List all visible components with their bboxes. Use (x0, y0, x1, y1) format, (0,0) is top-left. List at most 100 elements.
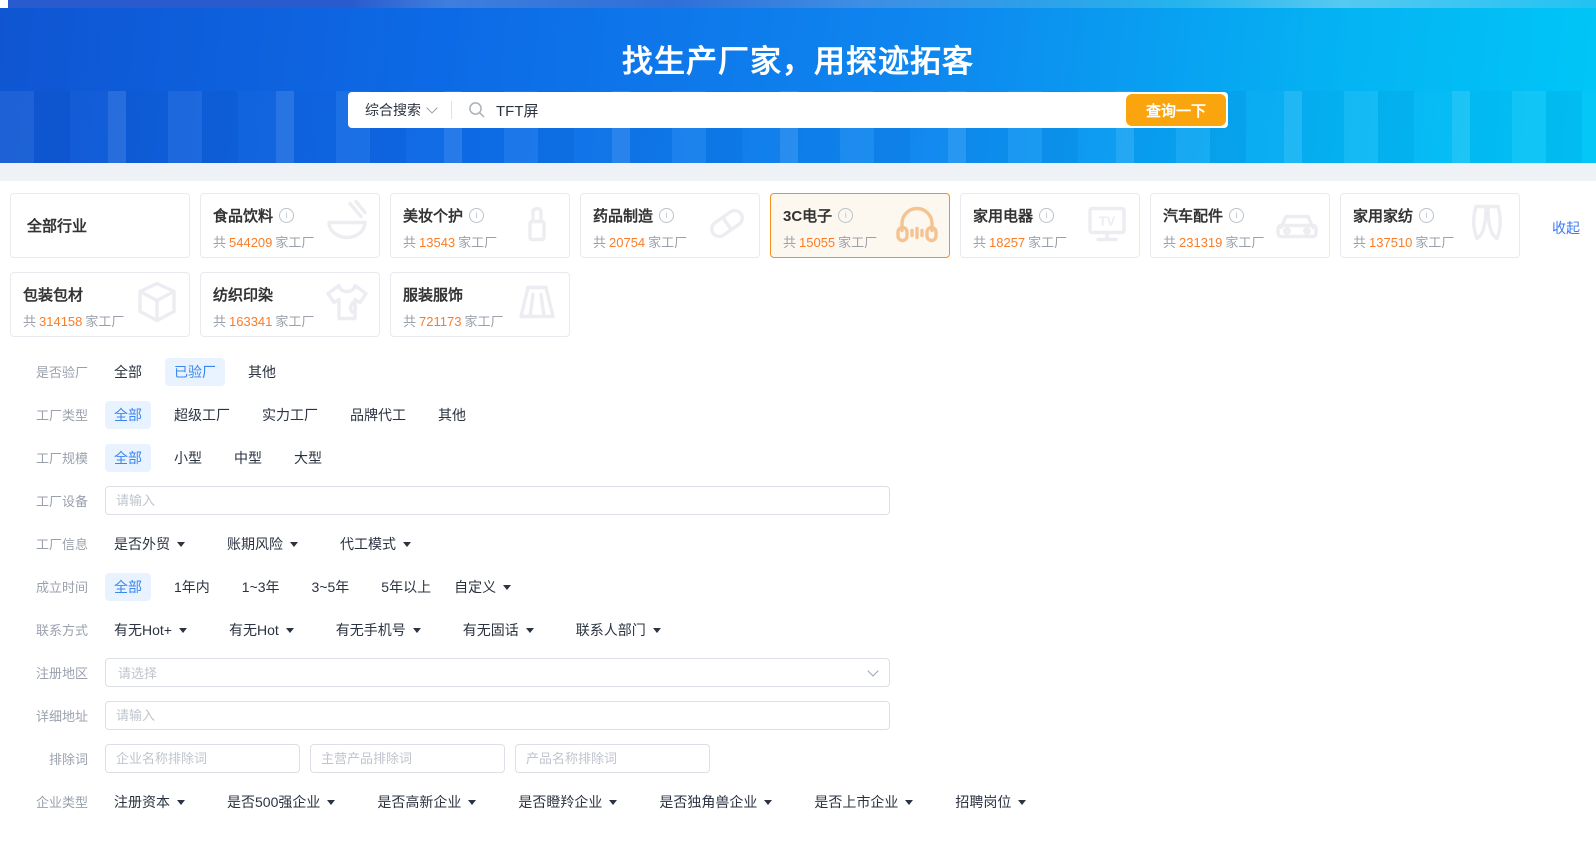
filter-chip[interactable]: 全部 (105, 573, 151, 601)
industry-card-count: 共20754家工厂 (593, 232, 747, 251)
count-suffix: 家工厂 (1028, 235, 1067, 250)
filter-dropdown[interactable]: 是否高新企业 (377, 792, 476, 812)
industry-card[interactable]: 纺织印染共163341家工厂 (200, 272, 380, 337)
count-prefix: 共 (1353, 235, 1366, 250)
caret-down-icon (468, 800, 476, 805)
filter-row: 工厂设备 (10, 486, 1596, 515)
count-prefix: 共 (23, 314, 36, 329)
info-icon[interactable]: i (1419, 208, 1434, 223)
caret-down-icon (179, 628, 187, 633)
search-divider (451, 101, 452, 119)
industry-card-count: 共721173家工厂 (403, 311, 557, 330)
filter-dropdown[interactable]: 注册资本 (114, 792, 185, 812)
filter-chip[interactable]: 5年以上 (372, 573, 440, 601)
filter-chip[interactable]: 小型 (165, 444, 211, 472)
filter-content: 是否外贸 账期风险 代工模式 (105, 534, 453, 554)
count-prefix: 共 (403, 314, 416, 329)
page-title: 找生产厂家，用探迹拓客 (0, 36, 1596, 81)
hero-banner: 找生产厂家，用探迹拓客 综合搜索 查询一下 (0, 0, 1596, 163)
count-value: 20754 (609, 235, 645, 250)
industry-card-label: 包装包材 (23, 284, 83, 305)
caret-down-icon (413, 628, 421, 633)
filter-dropdown-label: 有无手机号 (336, 620, 406, 640)
filter-chip[interactable]: 其他 (239, 358, 285, 386)
filter-chip[interactable]: 全部 (105, 444, 151, 472)
filter-content: 全部小型中型大型 (105, 444, 345, 472)
search-input[interactable] (494, 91, 1228, 129)
filter-chip[interactable]: 实力工厂 (253, 401, 327, 429)
filter-dropdown[interactable]: 有无Hot+ (114, 620, 187, 640)
filter-row: 工厂类型全部超级工厂实力工厂品牌代工其他 (10, 400, 1596, 429)
count-value: 163341 (229, 314, 272, 329)
count-suffix: 家工厂 (1225, 235, 1264, 250)
search-icon (468, 101, 486, 119)
exclude-word-input[interactable] (105, 744, 300, 773)
filter-content: 请选择 (105, 658, 890, 687)
filter-text-input[interactable] (105, 701, 890, 730)
filter-dropdown[interactable]: 有无固话 (463, 620, 534, 640)
caret-down-icon (905, 800, 913, 805)
industry-card-count: 共13543家工厂 (403, 232, 557, 251)
search-button[interactable]: 查询一下 (1126, 94, 1226, 126)
industry-card[interactable]: 服装服饰共721173家工厂 (390, 272, 570, 337)
filter-chip[interactable]: 全部 (105, 401, 151, 429)
count-value: 18257 (989, 235, 1025, 250)
industry-card-label: 全部行业 (27, 215, 87, 236)
info-icon[interactable]: i (279, 208, 294, 223)
caret-down-icon (286, 628, 294, 633)
filter-dropdown[interactable]: 是否独角兽企业 (659, 792, 772, 812)
industry-card-count: 共544209家工厂 (213, 232, 367, 251)
filter-dropdown[interactable]: 联系人部门 (576, 620, 661, 640)
select-placeholder: 请选择 (118, 663, 157, 682)
industry-card[interactable]: 食品饮料i共544209家工厂 (200, 193, 380, 258)
filter-chip[interactable]: 1年内 (165, 573, 219, 601)
info-icon[interactable]: i (659, 208, 674, 223)
filter-content: 全部已验厂其他 (105, 358, 299, 386)
filter-dropdown[interactable]: 有无Hot (229, 620, 294, 640)
main-content: 收起 全部行业食品饮料i共544209家工厂美妆个护i共13543家工厂药品制造… (0, 181, 1596, 816)
info-icon[interactable]: i (469, 208, 484, 223)
filter-chip[interactable]: 1~3年 (233, 573, 289, 601)
collapse-link[interactable]: 收起 (1552, 218, 1580, 238)
filter-dropdown[interactable]: 是否上市企业 (814, 792, 913, 812)
filter-chip[interactable]: 中型 (225, 444, 271, 472)
filter-row: 注册地区请选择 (10, 658, 1596, 687)
filter-chip[interactable]: 品牌代工 (341, 401, 415, 429)
filter-content: 全部 1年内 1~3年 3~5年 5年以上自定义 (105, 573, 553, 601)
filter-dropdown[interactable]: 是否500强企业 (227, 792, 335, 812)
industry-card[interactable]: 家用电器i共18257家工厂TV (960, 193, 1140, 258)
region-select[interactable]: 请选择 (105, 658, 890, 687)
industry-card-all[interactable]: 全部行业 (10, 193, 190, 258)
filter-text-input[interactable] (105, 486, 890, 515)
exclude-word-input[interactable] (310, 744, 505, 773)
industry-card[interactable]: 包装包材共314158家工厂 (10, 272, 190, 337)
filter-dropdown[interactable]: 是否瞪羚企业 (518, 792, 617, 812)
filter-chip[interactable]: 3~5年 (303, 573, 359, 601)
filter-dropdown[interactable]: 有无手机号 (336, 620, 421, 640)
industry-card-count: 共163341家工厂 (213, 311, 367, 330)
filter-chip[interactable]: 超级工厂 (165, 401, 239, 429)
filter-chip[interactable]: 其他 (429, 401, 475, 429)
industry-card[interactable]: 汽车配件i共231319家工厂 (1150, 193, 1330, 258)
industry-card[interactable]: 美妆个护i共13543家工厂 (390, 193, 570, 258)
filter-dropdown[interactable]: 自定义 (454, 577, 511, 597)
filter-dropdown[interactable]: 账期风险 (227, 534, 298, 554)
industry-card[interactable]: 3C电子i共15055家工厂 (770, 193, 950, 258)
filter-dropdown[interactable]: 招聘岗位 (955, 792, 1026, 812)
info-icon[interactable]: i (838, 208, 853, 223)
count-prefix: 共 (213, 314, 226, 329)
filter-chip[interactable]: 全部 (105, 358, 151, 386)
filter-chip[interactable]: 已验厂 (165, 358, 225, 386)
info-icon[interactable]: i (1039, 208, 1054, 223)
filter-dropdown-label: 是否瞪羚企业 (518, 792, 602, 812)
search-category-dropdown[interactable]: 综合搜索 (348, 100, 451, 120)
industry-card[interactable]: 药品制造i共20754家工厂 (580, 193, 760, 258)
filter-chip[interactable]: 大型 (285, 444, 331, 472)
filter-dropdown[interactable]: 代工模式 (340, 534, 411, 554)
industry-card[interactable]: 家用家纺i共137510家工厂 (1340, 193, 1520, 258)
count-suffix: 家工厂 (275, 235, 314, 250)
count-prefix: 共 (783, 235, 796, 250)
info-icon[interactable]: i (1229, 208, 1244, 223)
exclude-word-input[interactable] (515, 744, 710, 773)
filter-dropdown[interactable]: 是否外贸 (114, 534, 185, 554)
